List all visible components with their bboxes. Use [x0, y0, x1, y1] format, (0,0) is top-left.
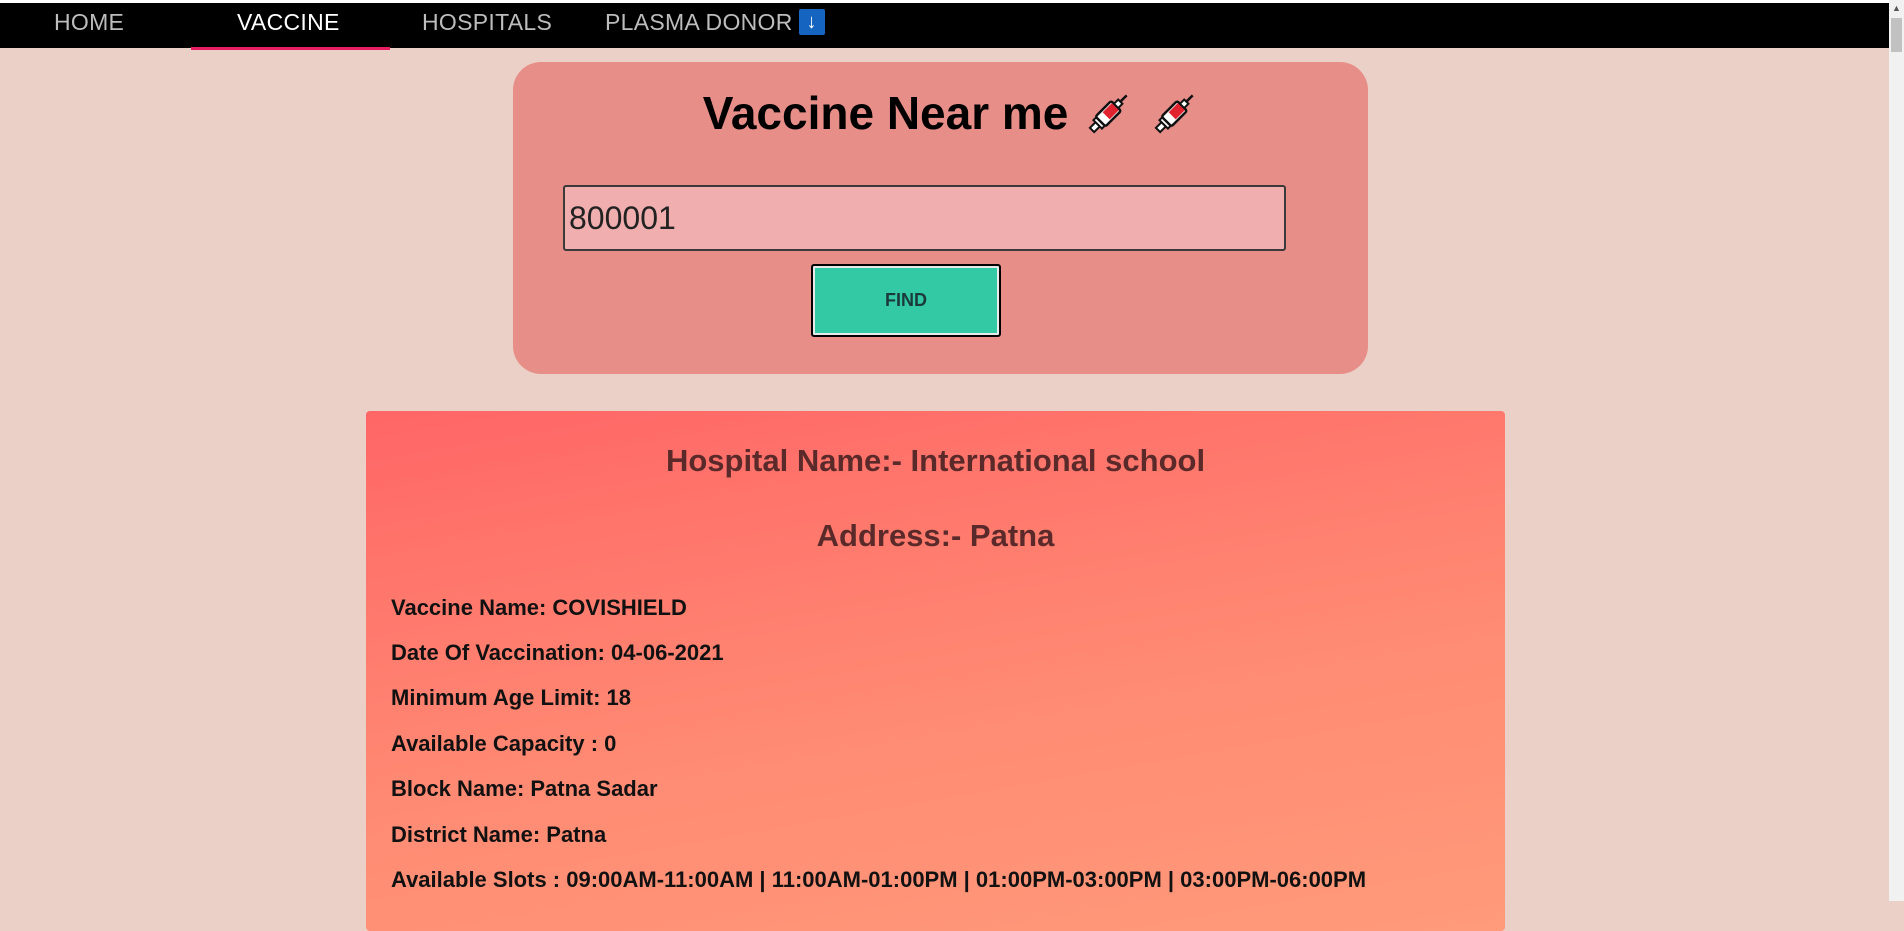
syringe-icon [1154, 94, 1194, 134]
nav-vaccine[interactable]: VACCINE [237, 3, 340, 48]
page-title: Vaccine Near me [0, 86, 1904, 140]
district-name: District Name: Patna [391, 822, 607, 847]
minimum-age-limit: Minimum Age Limit: 18 [391, 685, 631, 710]
vaccination-date: Date Of Vaccination: 04-06-2021 [391, 640, 724, 665]
syringe-icon [1088, 94, 1128, 134]
hospital-name: Hospital Name:- International school [665, 443, 1206, 478]
top-navbar: HOME VACCINE HOSPITALS PLASMA DONOR ↓ [0, 3, 1889, 50]
pincode-input[interactable] [563, 185, 1286, 251]
nav-plasma-donor[interactable]: PLASMA DONOR ↓ [605, 3, 825, 48]
page-scrollbar[interactable]: ▲ [1889, 0, 1904, 901]
nav-plasma-donor-label: PLASMA DONOR [605, 9, 793, 35]
page-title-text: Vaccine Near me [702, 87, 1069, 139]
find-button[interactable]: FIND [811, 264, 1001, 337]
vaccine-center-card: Hospital Name:- International school Add… [366, 411, 1505, 931]
vaccine-name: Vaccine Name: COVISHIELD [391, 595, 687, 620]
block-name: Block Name: Patna Sadar [391, 776, 658, 801]
available-slots: Available Slots : 09:00AM-11:00AM | 11:0… [391, 867, 1367, 892]
scroll-up-arrow-icon[interactable]: ▲ [1889, 0, 1904, 17]
scrollbar-thumb[interactable] [1891, 18, 1902, 52]
down-arrow-icon: ↓ [798, 9, 825, 35]
nav-hospitals[interactable]: HOSPITALS [422, 3, 552, 48]
hospital-address: Address:- Patna [816, 518, 1055, 553]
nav-home[interactable]: HOME [54, 3, 124, 48]
active-tab-indicator [191, 47, 390, 50]
available-capacity: Available Capacity : 0 [391, 731, 617, 756]
